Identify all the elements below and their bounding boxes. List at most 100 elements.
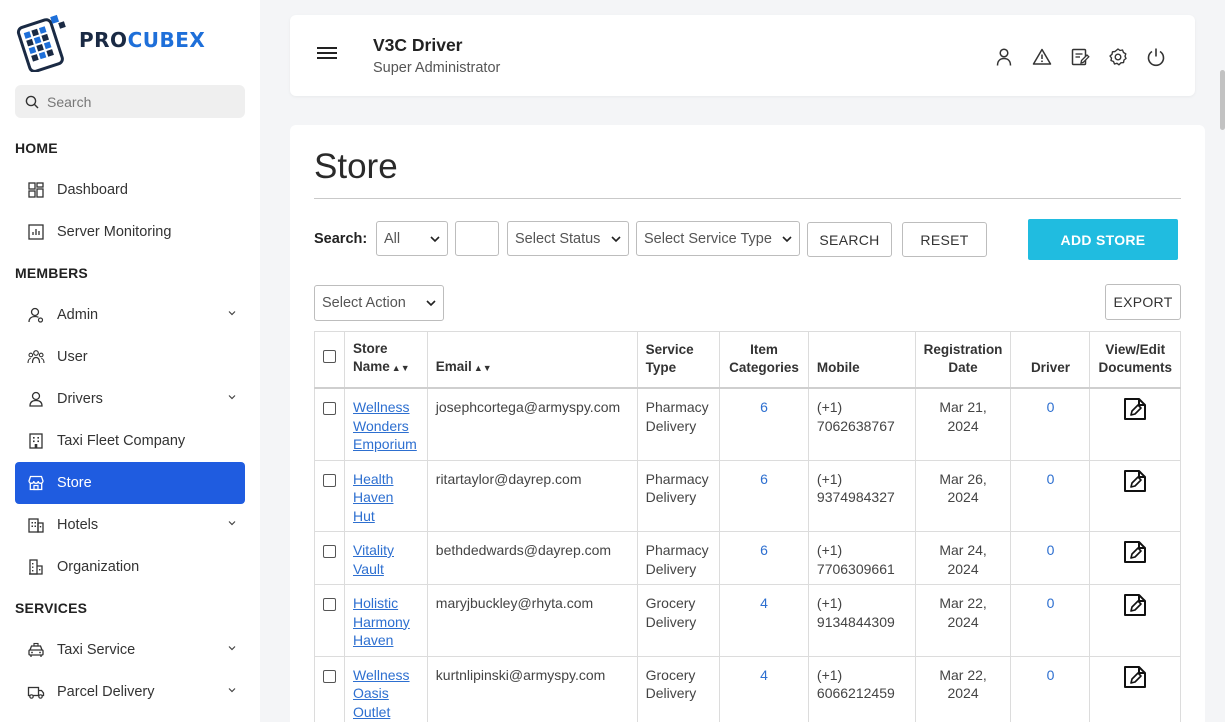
sidebar-item-organization[interactable]: Organization	[15, 546, 245, 588]
sidebar-item-label: Hotels	[57, 517, 99, 533]
row-checkbox[interactable]	[323, 669, 336, 683]
row-checkbox[interactable]	[323, 545, 336, 558]
col-service-type-line1: Service	[645, 342, 694, 357]
driver-count-cell: 0	[1010, 531, 1091, 585]
store-name-link[interactable]: Wellness Oasis Outlet	[353, 667, 410, 720]
store-name-line: Wonders	[353, 417, 409, 434]
row-checkbox[interactable]	[323, 598, 336, 611]
power-icon[interactable]	[1145, 46, 1167, 68]
add-store-button[interactable]: ADD STORE	[1028, 219, 1178, 260]
sidebar-item-server-monitoring[interactable]: Server Monitoring	[15, 211, 245, 253]
documents-cell	[1089, 387, 1181, 461]
title-divider	[314, 198, 1181, 199]
mobile-number: 6066212459	[816, 685, 895, 701]
mobile-cell: (+1) 6066212459	[807, 655, 916, 722]
sidebar: PROCUBEX HOME Dashboard Server Monitorin…	[0, 0, 260, 722]
user-icon[interactable]	[993, 46, 1015, 68]
col-email[interactable]: Email ▲▼	[426, 331, 638, 389]
driver-count-link[interactable]: 0	[1047, 667, 1055, 683]
store-name-line: Holistic	[353, 595, 399, 611]
brand-logo[interactable]: PROCUBEX	[15, 14, 205, 72]
service-type-select[interactable]: Select Service Type	[636, 221, 800, 256]
sidebar-search-input[interactable]	[47, 93, 227, 110]
col-item-categories: Item Categories	[719, 331, 809, 389]
search-keyword-input[interactable]	[455, 221, 499, 256]
row-select-cell	[314, 584, 345, 657]
sidebar-item-label: Taxi Fleet Company	[57, 433, 186, 449]
warning-icon[interactable]	[1031, 46, 1053, 68]
status-select[interactable]: Select Status	[507, 221, 629, 256]
sidebar-item-taxi-fleet-company[interactable]: Taxi Fleet Company	[15, 420, 245, 462]
edit-document-icon[interactable]	[1121, 663, 1149, 696]
chevron-down-icon	[228, 688, 236, 693]
taxi-icon	[26, 640, 46, 660]
driver-count-link[interactable]: 0	[1047, 595, 1055, 611]
driver-count-cell: 0	[1010, 387, 1091, 461]
page-scrollbar[interactable]	[1220, 70, 1225, 130]
sidebar-item-store[interactable]: Store	[15, 462, 245, 504]
sidebar-item-hotels[interactable]: Hotels	[15, 504, 245, 546]
service-type-cell: Grocery Delivery	[636, 584, 721, 657]
edit-document-icon[interactable]	[1121, 591, 1149, 624]
edit-document-icon[interactable]	[1121, 395, 1149, 428]
service-type-cell: Pharmacy Delivery	[636, 387, 721, 461]
mobile-number: 9374984327	[816, 489, 895, 505]
col-store-name[interactable]: Store Name ▲▼	[344, 331, 428, 389]
item-categories-cell: 6	[719, 459, 809, 532]
email-cell: kurtnlipinski@armyspy.com	[426, 655, 638, 722]
email-cell: bethdedwards@dayrep.com	[426, 531, 638, 585]
select-all-checkbox[interactable]	[323, 349, 336, 363]
edit-note-icon[interactable]	[1069, 46, 1091, 68]
row-select-cell	[314, 459, 345, 532]
table-row: Vitality Vault bethdedwards@dayrep.com Phar…	[314, 531, 1181, 585]
col-registration-line1: Registration	[923, 342, 1003, 357]
reset-button[interactable]: RESET	[902, 222, 987, 257]
store-name-link[interactable]: Vitality Vault	[353, 542, 394, 577]
row-checkbox[interactable]	[323, 473, 336, 487]
edit-document-icon[interactable]	[1121, 467, 1149, 500]
sidebar-item-drivers[interactable]: Drivers	[15, 378, 245, 420]
service-line: Pharmacy	[645, 470, 709, 487]
table-body: Wellness Wonders Emporium josephcortega@arm…	[314, 387, 1181, 722]
building-icon	[26, 431, 46, 451]
item-categories-link[interactable]: 4	[760, 595, 768, 611]
item-categories-link[interactable]: 4	[760, 667, 768, 683]
store-name-link[interactable]: Health Haven Hut	[353, 471, 393, 524]
chevron-down-icon	[782, 236, 792, 243]
users-group-icon	[26, 347, 46, 367]
sidebar-item-parcel-delivery[interactable]: Parcel Delivery	[15, 671, 245, 713]
store-icon	[26, 473, 46, 493]
store-name-link[interactable]: Holistic Harmony Haven	[353, 595, 410, 648]
edit-document-icon[interactable]	[1121, 538, 1149, 571]
item-categories-link[interactable]: 6	[760, 399, 768, 415]
sidebar-item-user[interactable]: User	[15, 336, 245, 378]
sidebar-search[interactable]	[15, 85, 245, 118]
documents-cell	[1089, 531, 1181, 585]
sidebar-item-dashboard[interactable]: Dashboard	[15, 169, 245, 211]
mobile-number: 9134844309	[816, 613, 895, 630]
export-button[interactable]: EXPORT	[1105, 284, 1181, 320]
item-categories-link[interactable]: 6	[760, 542, 768, 558]
store-name-line: Emporium	[353, 436, 417, 452]
driver-count-link[interactable]: 0	[1047, 399, 1055, 415]
service-type-cell: Pharmacy Delivery	[636, 531, 721, 585]
sidebar-item-label: Drivers	[57, 391, 103, 407]
search-button[interactable]: SEARCH	[807, 222, 892, 257]
search-field-select[interactable]: All	[376, 221, 448, 256]
col-driver-label: Driver	[1030, 360, 1070, 375]
settings-icon[interactable]	[1107, 46, 1129, 68]
section-services: SERVICES	[15, 600, 88, 616]
sidebar-item-admin[interactable]: Admin	[15, 294, 245, 336]
store-name-link[interactable]: Wellness Wonders Emporium	[353, 399, 417, 452]
menu-toggle-icon[interactable]	[317, 47, 337, 63]
store-name-line: Wellness	[353, 666, 410, 683]
sort-icon: ▲▼	[391, 363, 410, 373]
bulk-action-select[interactable]: Select Action	[314, 285, 444, 321]
driver-count-link[interactable]: 0	[1047, 542, 1055, 558]
sidebar-item-taxi-service[interactable]: Taxi Service	[15, 629, 245, 671]
header-subtitle: Super Administrator	[373, 60, 501, 76]
item-categories-link[interactable]: 6	[760, 471, 768, 487]
col-email-label: Email	[435, 359, 472, 374]
driver-count-link[interactable]: 0	[1047, 471, 1055, 487]
row-checkbox[interactable]	[323, 402, 336, 415]
